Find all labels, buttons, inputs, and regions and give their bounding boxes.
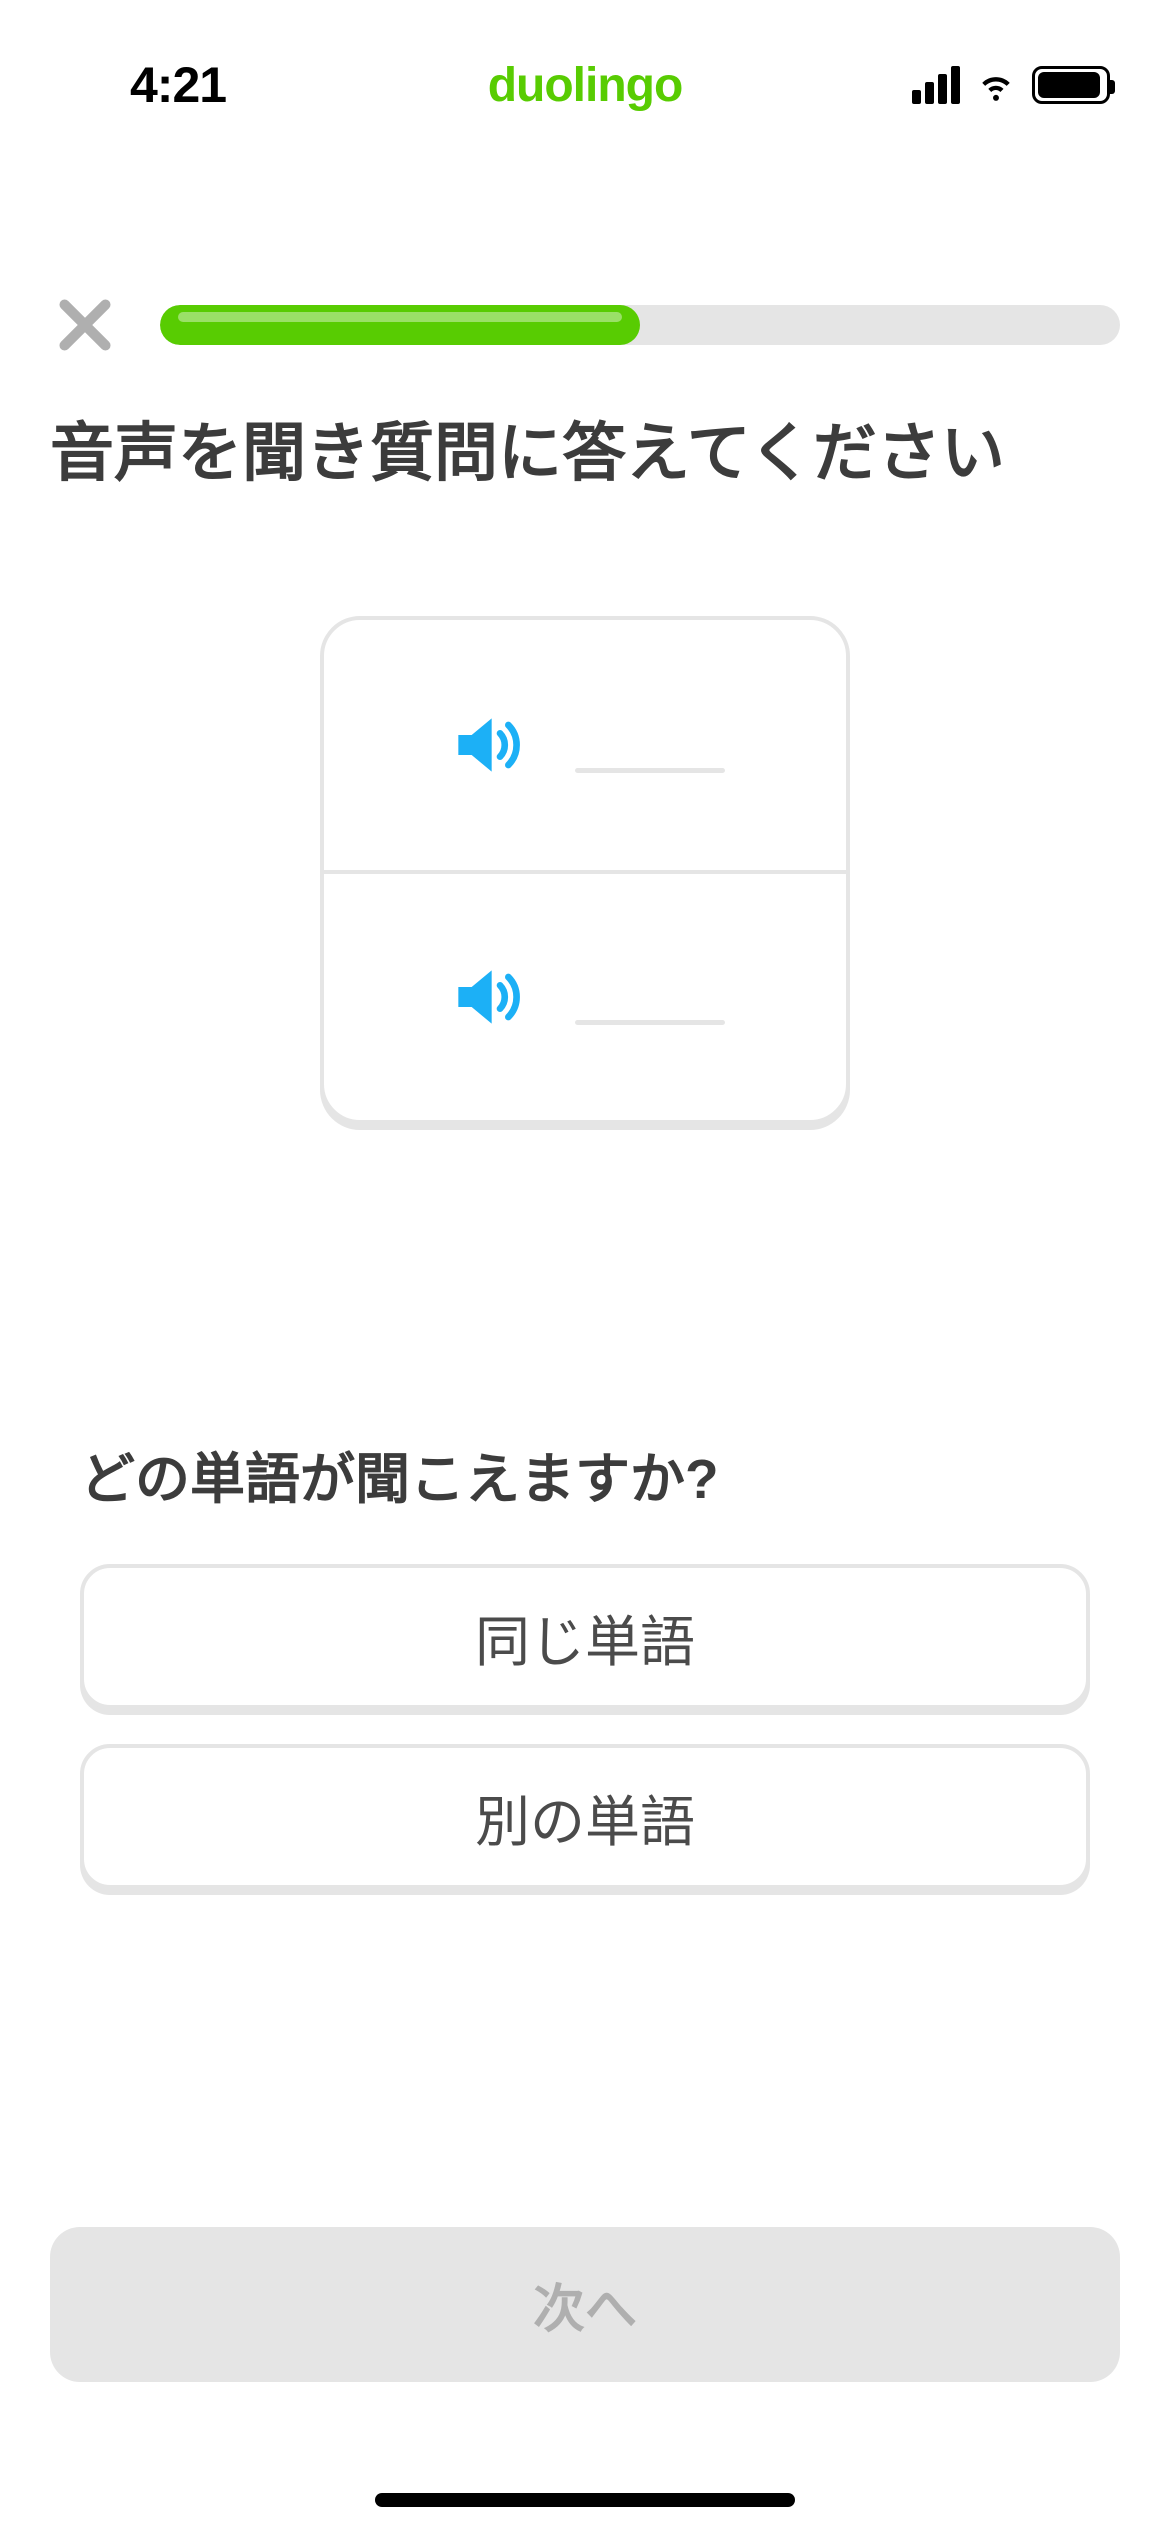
answer-option-same[interactable]: 同じ単語 — [80, 1564, 1090, 1709]
progress-bar — [160, 305, 1120, 345]
home-indicator[interactable] — [375, 2493, 795, 2507]
audio-play-row-2[interactable] — [324, 870, 846, 1120]
word-placeholder-line — [575, 1020, 725, 1025]
audio-card — [320, 616, 850, 1124]
speaker-icon — [445, 705, 525, 785]
cellular-signal-icon — [912, 66, 960, 104]
status-bar: 4:21 duolingo — [0, 0, 1170, 140]
status-time: 4:21 — [130, 57, 226, 113]
close-icon[interactable] — [50, 290, 120, 360]
audio-play-row-1[interactable] — [324, 620, 846, 870]
next-button[interactable]: 次へ — [50, 2227, 1120, 2382]
status-icons — [760, 61, 1110, 110]
speaker-icon — [445, 957, 525, 1037]
question-text: どの単語が聞こえますか? — [0, 1434, 1170, 1514]
instruction-text: 音声を聞き質問に答えてください — [0, 410, 1170, 496]
app-logo: duolingo — [488, 59, 683, 112]
answer-options: 同じ単語 別の単語 — [0, 1564, 1170, 1889]
lesson-header — [0, 290, 1170, 360]
wifi-icon — [974, 61, 1018, 110]
answer-option-different[interactable]: 別の単語 — [80, 1744, 1090, 1889]
progress-fill — [160, 305, 640, 345]
battery-icon — [1032, 66, 1110, 104]
word-placeholder-line — [575, 768, 725, 773]
